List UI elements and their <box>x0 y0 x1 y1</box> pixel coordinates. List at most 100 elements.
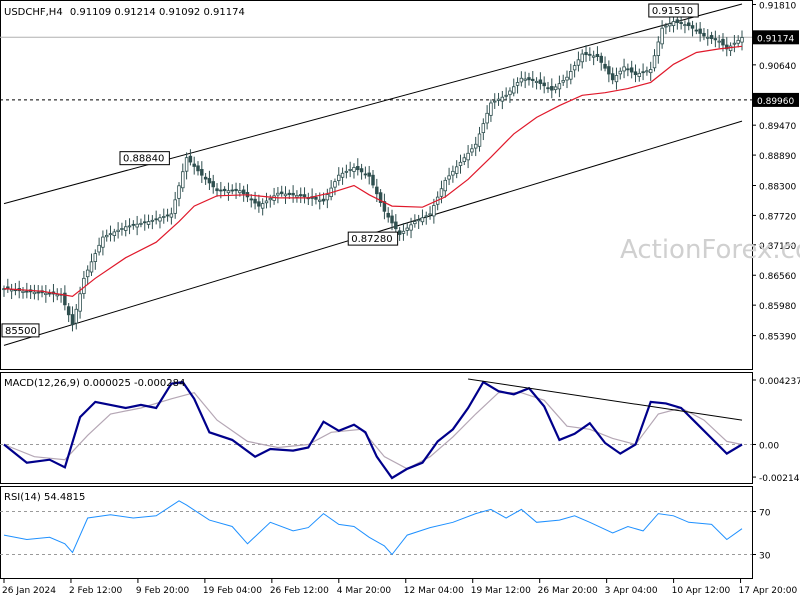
price-tick-label: 0.88890 <box>759 152 796 162</box>
candle-body <box>667 23 672 27</box>
candle-body <box>173 199 177 214</box>
candle-body <box>78 293 82 312</box>
candle-body <box>713 38 718 41</box>
candle-body <box>70 314 75 326</box>
candle-body <box>295 194 299 198</box>
candle-body <box>158 217 162 222</box>
candle-body <box>648 69 653 74</box>
candle-body <box>359 168 364 173</box>
candle-body <box>367 172 371 177</box>
candle-body <box>184 157 189 172</box>
candle-body <box>9 289 14 292</box>
candle-body <box>226 190 231 194</box>
time-tick-label: 4 Mar 20:00 <box>337 586 392 596</box>
candle-body <box>112 231 117 236</box>
candle-body <box>740 37 744 43</box>
candle-body <box>287 192 292 195</box>
candle-body <box>645 70 649 73</box>
candle-body <box>416 219 421 222</box>
candle-body <box>66 306 71 316</box>
annotation-label: 0.91510 <box>652 6 693 17</box>
candle-body <box>641 71 645 74</box>
candle-body <box>572 65 577 71</box>
candle-body <box>489 102 493 116</box>
candle-body <box>717 40 721 43</box>
candle-body <box>260 203 265 209</box>
candle-body <box>127 225 132 228</box>
candle-body <box>291 192 295 196</box>
candle-body <box>211 181 215 188</box>
candle-body <box>333 181 337 188</box>
time-tick-label: 19 Feb 04:00 <box>203 586 262 596</box>
candle-body <box>610 73 615 81</box>
candle-body <box>154 218 158 221</box>
candle-body <box>230 189 234 192</box>
candle-body <box>550 86 554 91</box>
candle-body <box>493 100 497 103</box>
candle-body <box>736 39 740 44</box>
price-tick-label: 0.85980 <box>759 302 796 312</box>
candle-body <box>409 224 413 231</box>
candle-body <box>131 223 136 226</box>
candle-body <box>314 196 318 200</box>
candle-body <box>512 86 516 94</box>
chart-background <box>0 0 800 600</box>
candle-body <box>656 41 661 56</box>
candle-body <box>432 205 436 217</box>
candle-body <box>694 29 699 32</box>
macd-tick-label: -0.002142 <box>759 474 800 484</box>
candle-body <box>253 198 257 204</box>
candle-body <box>124 226 128 231</box>
candle-body <box>401 230 406 234</box>
candle-body <box>443 179 448 192</box>
candle-body <box>135 223 139 228</box>
candle-body <box>321 198 326 202</box>
candle-body <box>629 67 634 73</box>
candle-body <box>146 221 151 225</box>
candle-body <box>394 221 398 230</box>
candle-body <box>279 191 284 195</box>
candle-body <box>397 230 402 235</box>
candle-body <box>405 227 409 231</box>
time-tick-label: 10 Apr 12:00 <box>672 586 731 596</box>
candle-body <box>169 213 174 218</box>
candle-body <box>538 79 543 84</box>
candle-body <box>150 219 155 222</box>
candle-body <box>241 189 246 195</box>
price-tick-label: 0.86560 <box>759 272 796 282</box>
candle-body <box>264 200 269 204</box>
candle-body <box>234 188 238 192</box>
candle-body <box>21 290 25 293</box>
candle-body <box>618 70 622 75</box>
candle-body <box>298 194 303 197</box>
candle-body <box>508 90 512 96</box>
candle-body <box>553 86 558 91</box>
candle-body <box>473 143 478 149</box>
candle-body <box>413 221 417 225</box>
candle-body <box>207 178 212 184</box>
candle-body <box>470 148 474 153</box>
candle-body <box>534 80 539 83</box>
candle-body <box>626 68 630 71</box>
candle-body <box>139 222 143 225</box>
price-tick-label: 0.88300 <box>759 183 796 193</box>
candle-body <box>420 217 425 223</box>
candle-body <box>500 96 505 102</box>
candle-body <box>633 71 638 76</box>
candle-body <box>565 76 569 81</box>
candle-body <box>116 229 120 232</box>
candle-body <box>257 201 261 207</box>
candle-body <box>527 77 531 81</box>
candle-body <box>466 152 470 161</box>
candle-body <box>679 22 683 24</box>
annotation-label: 0.88840 <box>123 154 164 165</box>
time-tick-label: 26 Mar 20:00 <box>538 586 598 596</box>
candle-body <box>348 169 352 171</box>
candle-body <box>496 98 501 101</box>
candle-body <box>143 221 147 224</box>
candle-body <box>664 25 668 28</box>
candle-body <box>728 45 733 52</box>
macd-tick-label: 0.004237 <box>759 377 800 387</box>
time-tick-label: 26 Feb 12:00 <box>270 586 329 596</box>
candle-body <box>352 167 356 172</box>
